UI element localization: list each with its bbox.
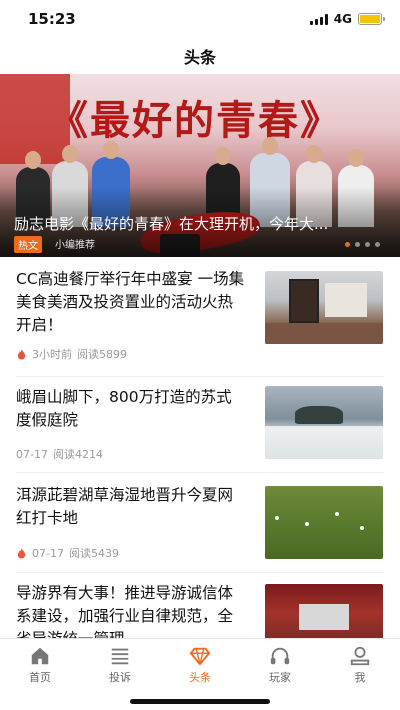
tab-headlines[interactable]: 头条 xyxy=(160,645,240,685)
signal-icon xyxy=(309,13,328,25)
carousel-dots[interactable] xyxy=(345,242,380,247)
news-meta: 3小时前 阅读5899 xyxy=(16,346,127,362)
carousel-dot[interactable] xyxy=(375,242,380,247)
news-thumbnail xyxy=(265,271,383,344)
banner-caption[interactable]: 励志电影《最好的青春》在大理开机，今年大... xyxy=(14,213,384,234)
tab-players[interactable]: 玩家 xyxy=(240,645,320,685)
news-time: 07-17 xyxy=(16,447,48,461)
news-reads: 阅读4214 xyxy=(52,448,103,461)
tab-label: 头条 xyxy=(189,671,211,684)
tab-label: 首页 xyxy=(29,671,51,684)
news-title: 峨眉山脚下，800万打造的苏式度假庭院 xyxy=(16,388,232,429)
flame-icon xyxy=(17,547,26,559)
news-item[interactable]: CC高迪餐厅举行年中盛宴 一场集美食美酒及投资置业的活动火热开启！ 3小时前 阅… xyxy=(0,268,400,372)
news-reads: 阅读5439 xyxy=(68,547,119,560)
news-title: 导游界有大事！推进导游诚信体系建设，加强行业自律规范，全省导游统一管理 xyxy=(16,584,234,638)
tab-me[interactable]: 我 xyxy=(320,645,400,685)
flame-icon xyxy=(17,348,26,360)
headphones-icon xyxy=(270,647,290,665)
carousel-dot[interactable] xyxy=(365,242,370,247)
news-item[interactable]: 导游界有大事！推进导游诚信体系建设，加强行业自律规范，全省导游统一管理 xyxy=(0,582,400,638)
banner-calligraphy: 《最好的青春》 xyxy=(48,97,342,144)
list-icon xyxy=(111,648,129,665)
status-indicators: 4G xyxy=(309,12,385,26)
news-thumbnail xyxy=(265,584,383,638)
battery-icon xyxy=(358,13,385,25)
carousel-dot[interactable] xyxy=(355,242,360,247)
news-reads: 阅读5899 xyxy=(77,348,127,361)
news-time: 07-17 xyxy=(32,546,64,560)
diamond-icon xyxy=(189,647,211,666)
home-indicator xyxy=(130,699,270,704)
status-bar: 15:23 4G xyxy=(0,0,400,36)
news-meta: 07-17 阅读5439 xyxy=(16,545,119,561)
news-item[interactable]: 峨眉山脚下，800万打造的苏式度假庭院 07-17 阅读4214 xyxy=(0,386,400,466)
tab-home[interactable]: 首页 xyxy=(0,645,80,685)
tab-label: 投诉 xyxy=(109,671,131,684)
news-meta: 07-17 阅读4214 xyxy=(16,446,103,462)
status-time: 15:23 xyxy=(28,10,76,28)
tab-label: 我 xyxy=(354,671,366,684)
news-thumbnail xyxy=(265,486,383,559)
network-label: 4G xyxy=(333,12,352,26)
carousel-dot[interactable] xyxy=(345,242,350,247)
news-time: 3小时前 xyxy=(32,348,72,361)
tab-label: 玩家 xyxy=(269,671,291,684)
news-thumbnail xyxy=(265,386,383,459)
page-title: 头条 xyxy=(183,48,216,67)
news-title: 洱源茈碧湖草海湿地晋升今夏网红打卡地 xyxy=(16,486,234,527)
banner-source: 小编推荐 xyxy=(55,240,95,251)
person-icon xyxy=(350,646,370,666)
banner-tag: 热文 xyxy=(14,236,42,253)
home-icon xyxy=(31,647,49,665)
news-item[interactable]: 洱源茈碧湖草海湿地晋升今夏网红打卡地 07-17 阅读5439 xyxy=(0,484,400,568)
news-title: CC高迪餐厅举行年中盛宴 一场集美食美酒及投资置业的活动火热开启！ xyxy=(16,270,245,334)
tab-complaint[interactable]: 投诉 xyxy=(80,645,160,685)
